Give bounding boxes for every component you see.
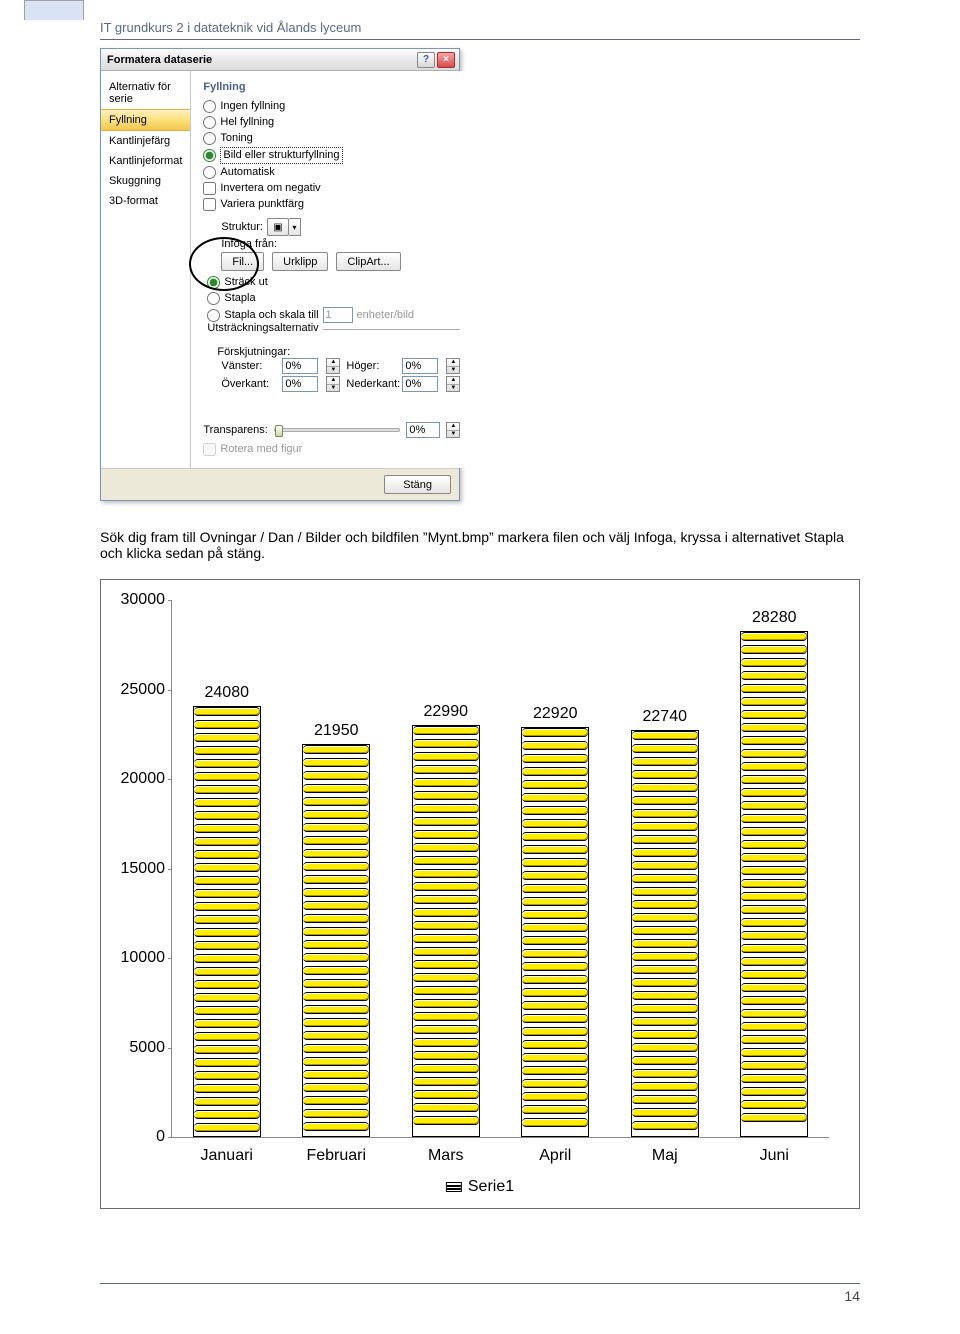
units-per-picture-label: enheter/bild: [357, 308, 415, 323]
data-label: 22990: [424, 703, 469, 721]
bar: [193, 706, 261, 1137]
close-button[interactable]: Stäng: [384, 475, 451, 494]
fill-picture-radio[interactable]: [203, 149, 216, 162]
x-tick-label: Februari: [306, 1147, 366, 1165]
fill-heading: Fyllning: [203, 81, 460, 93]
fill-solid-radio[interactable]: [203, 116, 216, 129]
footer-rule: [100, 1283, 860, 1284]
y-tick-label: 10000: [117, 949, 165, 967]
body-paragraph: Sök dig fram till Ovningar / Dan / Bilde…: [100, 529, 860, 561]
texture-picker[interactable]: ▣: [267, 218, 289, 236]
data-label: 24080: [205, 684, 250, 702]
stretch-options-heading: Utsträckningsalternativ: [203, 322, 322, 334]
page-number: 14: [100, 1288, 860, 1304]
help-button[interactable]: ?: [417, 52, 435, 68]
format-data-series-dialog: Formatera dataserie ? × Alternativ för s…: [100, 48, 460, 501]
data-label: 21950: [314, 722, 359, 740]
nav-series-options[interactable]: Alternativ för serie: [101, 77, 190, 109]
offset-right-spinner[interactable]: ▲▼: [446, 358, 460, 374]
bar: [302, 744, 370, 1137]
nav-shadow[interactable]: Skuggning: [101, 171, 190, 191]
y-tick-label: 15000: [117, 860, 165, 878]
y-tick-label: 5000: [117, 1039, 165, 1057]
y-tick-label: 0: [117, 1128, 165, 1146]
offsets-label: Förskjutningar:: [217, 346, 460, 358]
stack-label: Stapla: [224, 291, 255, 306]
offset-bottom-spinner[interactable]: ▲▼: [446, 376, 460, 392]
rotate-with-shape-check: [203, 443, 216, 456]
chevron-down-icon: ▾: [292, 223, 296, 232]
fill-none-radio[interactable]: [203, 100, 216, 113]
x-tick-label: Juni: [760, 1147, 789, 1165]
fill-gradient-radio[interactable]: [203, 132, 216, 145]
invert-negative-label: Invertera om negativ: [220, 181, 320, 196]
bar: [740, 631, 808, 1137]
nav-3d-format[interactable]: 3D-format: [101, 191, 190, 211]
data-label: 22740: [643, 708, 688, 726]
x-tick-label: Maj: [652, 1147, 678, 1165]
fill-picture-label: Bild eller strukturfyllning: [220, 147, 342, 164]
fill-solid-label: Hel fyllning: [220, 115, 274, 130]
y-tick-label: 25000: [117, 681, 165, 699]
legend-swatch-icon: [446, 1182, 462, 1192]
y-tick-label: 20000: [117, 770, 165, 788]
x-tick-label: Mars: [428, 1147, 464, 1165]
vary-color-label: Variera punktfärg: [220, 197, 304, 212]
stack-scale-value: [323, 307, 353, 323]
offset-top-input[interactable]: [282, 376, 318, 392]
transparency-slider[interactable]: [274, 428, 401, 432]
fill-gradient-label: Toning: [220, 131, 252, 146]
invert-negative-check[interactable]: [203, 182, 216, 195]
insert-clipboard-button[interactable]: Urklipp: [272, 252, 328, 271]
stack-scale-label: Stapla och skala till: [224, 308, 318, 323]
stretch-radio[interactable]: [207, 276, 220, 289]
insert-from-label: Infoga från:: [221, 238, 460, 250]
offset-top-spinner[interactable]: ▲▼: [326, 376, 340, 392]
offset-left-spinner[interactable]: ▲▼: [326, 358, 340, 374]
offset-top-label: Överkant:: [221, 378, 276, 390]
data-label: 22920: [533, 705, 578, 723]
insert-file-button[interactable]: Fil...: [221, 252, 264, 271]
x-tick-label: April: [539, 1147, 571, 1165]
bar-chart: 0 5000 10000 15000 20000 25000 30000 24080 Janua…: [100, 579, 860, 1209]
fill-none-label: Ingen fyllning: [220, 99, 285, 114]
nav-fill[interactable]: Fyllning: [101, 109, 190, 131]
image-icon: ▣: [273, 222, 282, 233]
header-tab: [24, 0, 84, 20]
transparency-label: Transparens:: [203, 424, 267, 436]
offset-left-label: Vänster:: [221, 360, 276, 372]
offset-bottom-input[interactable]: [402, 376, 438, 392]
dialog-title: Formatera dataserie: [107, 54, 212, 66]
dialog-titlebar[interactable]: Formatera dataserie ? ×: [101, 49, 459, 71]
nav-border-style[interactable]: Kantlinjeformat: [101, 151, 190, 171]
stack-scale-radio[interactable]: [207, 309, 220, 322]
stack-radio[interactable]: [207, 292, 220, 305]
document-header: IT grundkurs 2 i datateknik vid Ålands l…: [100, 20, 860, 40]
chart-legend: Serie1: [446, 1178, 514, 1196]
close-icon[interactable]: ×: [437, 52, 455, 68]
y-tick-label: 30000: [117, 591, 165, 609]
fill-auto-radio[interactable]: [203, 166, 216, 179]
offset-left-input[interactable]: [282, 358, 318, 374]
bar: [412, 725, 480, 1137]
bar: [521, 727, 589, 1137]
dialog-nav: Alternativ för serie Fyllning Kantlinjef…: [101, 71, 191, 468]
legend-label: Serie1: [468, 1178, 514, 1196]
transparency-input[interactable]: [406, 422, 440, 438]
bar: [631, 730, 699, 1137]
nav-border-color[interactable]: Kantlinjefärg: [101, 131, 190, 151]
insert-clipart-button[interactable]: ClipArt...: [336, 252, 400, 271]
fill-auto-label: Automatisk: [220, 165, 274, 180]
offset-right-label: Höger:: [346, 360, 396, 372]
rotate-with-shape-label: Rotera med figur: [220, 442, 302, 457]
offset-bottom-label: Nederkant:: [346, 378, 396, 390]
texture-label: Struktur:: [221, 221, 263, 233]
texture-dropdown[interactable]: ▾: [289, 218, 301, 236]
offset-right-input[interactable]: [402, 358, 438, 374]
x-tick-label: Januari: [201, 1147, 253, 1165]
transparency-spinner[interactable]: ▲▼: [446, 422, 460, 438]
vary-color-check[interactable]: [203, 198, 216, 211]
stretch-label: Sträck ut: [224, 275, 267, 290]
data-label: 28280: [752, 609, 797, 627]
